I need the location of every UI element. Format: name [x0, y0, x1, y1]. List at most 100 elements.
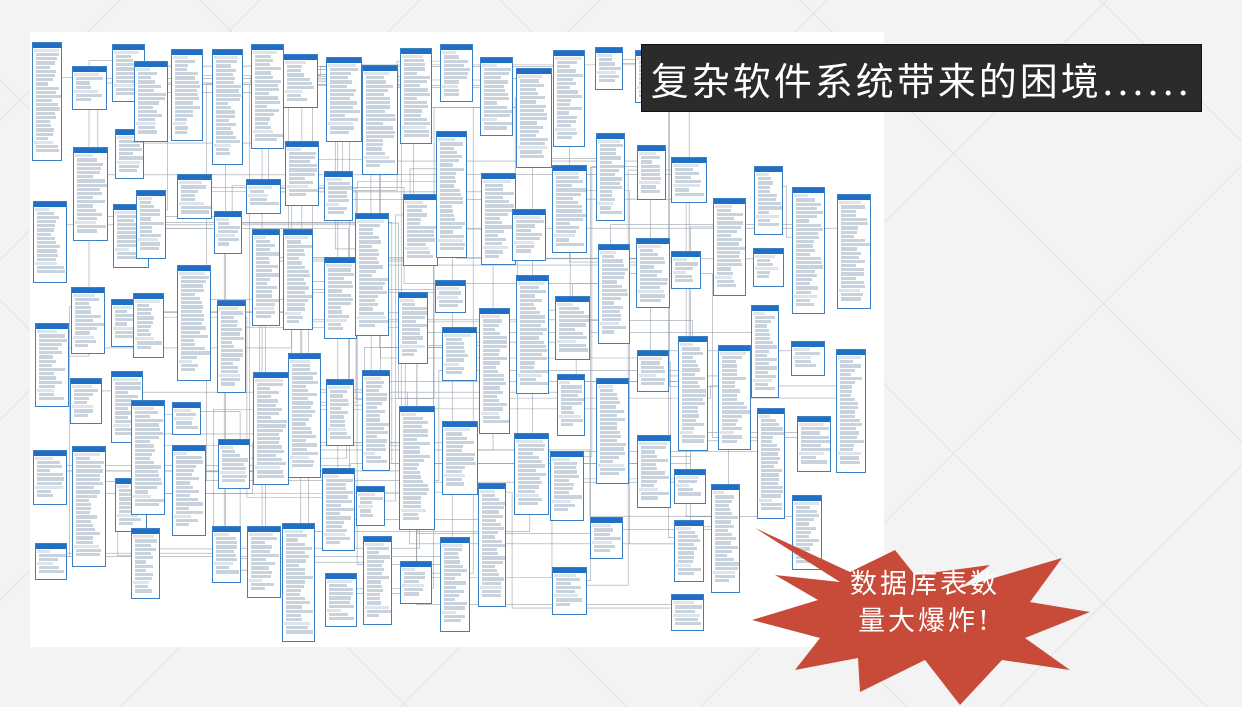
entity-field — [328, 322, 341, 326]
entity-field — [715, 574, 735, 578]
entity-field — [520, 353, 542, 357]
entity-field — [402, 340, 418, 344]
entity-field — [755, 214, 780, 218]
entity-field — [717, 284, 736, 288]
entity-field — [254, 100, 281, 104]
entity-field — [330, 390, 348, 394]
entity-field — [800, 448, 830, 452]
entity-field — [439, 175, 456, 180]
entity-field — [181, 210, 210, 214]
entity-field — [517, 456, 539, 460]
entity-field — [175, 493, 190, 498]
entity-field — [798, 423, 824, 427]
entity-field — [39, 376, 56, 380]
entity-field — [796, 505, 810, 509]
entity-field — [599, 472, 619, 476]
entity-field — [36, 232, 51, 236]
entity-field — [599, 430, 620, 434]
entity-field — [133, 581, 149, 585]
entity-field — [248, 578, 263, 582]
entity-field — [405, 246, 429, 250]
entity-field — [554, 503, 576, 507]
entity-field — [329, 596, 352, 600]
entity-table — [399, 405, 435, 531]
entity-field — [254, 235, 266, 239]
entity-field — [555, 590, 575, 594]
entity-field — [838, 201, 861, 205]
entity-field — [840, 297, 861, 301]
entity-field — [287, 315, 303, 319]
entity-field — [757, 206, 782, 210]
entity-field — [134, 482, 162, 486]
entity-field — [175, 93, 198, 97]
entity-field — [134, 440, 151, 444]
entity-field — [796, 509, 818, 513]
entity-table-header — [71, 287, 105, 293]
entity-field — [76, 229, 98, 233]
entity-field — [325, 495, 349, 499]
entity-field — [795, 265, 823, 269]
entity-table-header — [753, 248, 783, 254]
entity-field — [520, 319, 546, 323]
entity-field — [175, 473, 192, 477]
entity-field — [136, 324, 152, 328]
entity-table-header — [440, 537, 470, 543]
entity-field — [359, 236, 379, 240]
entity-field — [839, 423, 862, 427]
entity-field — [760, 469, 783, 473]
entity-field — [482, 394, 498, 398]
entity-field — [403, 100, 427, 105]
entity-field — [480, 315, 501, 319]
entity-field — [291, 439, 307, 443]
entity-field — [839, 427, 856, 431]
entity-field — [328, 289, 342, 293]
entity-field — [559, 319, 589, 323]
entity-field — [681, 418, 696, 422]
entity-field — [760, 477, 779, 481]
entity-table — [252, 371, 289, 486]
entity-field — [76, 456, 90, 461]
entity-field — [674, 605, 703, 609]
entity-field — [403, 467, 418, 471]
entity-field — [134, 469, 159, 473]
entity-field — [555, 226, 580, 230]
entity-field — [215, 110, 235, 114]
entity-field — [39, 355, 53, 359]
entity-table — [131, 528, 160, 600]
entity-field — [366, 422, 389, 426]
entity-field — [721, 397, 737, 402]
entity-field — [287, 240, 301, 244]
entity-field — [254, 117, 271, 121]
entity-table — [717, 344, 752, 451]
entity-field — [139, 200, 151, 204]
entity-field — [681, 422, 704, 427]
entity-field — [219, 374, 240, 378]
entity-table-header — [552, 165, 587, 171]
entity-table — [553, 50, 585, 148]
entity-table — [132, 292, 164, 359]
entity-field — [518, 374, 542, 378]
entity-field — [554, 495, 582, 499]
entity-field — [640, 248, 654, 252]
entity-field — [291, 443, 318, 447]
entity-field — [366, 430, 389, 435]
entity-field — [444, 59, 468, 63]
entity-field — [254, 133, 283, 138]
entity-field — [756, 258, 770, 262]
entity-field — [555, 180, 584, 184]
entity-field — [256, 462, 287, 466]
entity-field — [795, 223, 821, 227]
entity-field — [439, 213, 454, 217]
entity-field — [839, 360, 853, 364]
entity-field — [137, 196, 152, 200]
entity-field — [483, 126, 508, 130]
entity-field — [74, 89, 98, 93]
entity-field — [437, 295, 459, 299]
entity-field — [136, 308, 152, 312]
entity-field — [721, 360, 737, 364]
entity-field — [134, 502, 159, 507]
entity-table-header — [441, 45, 472, 51]
entity-field — [288, 172, 316, 176]
entity-field — [138, 92, 166, 97]
entity-field — [403, 458, 425, 462]
